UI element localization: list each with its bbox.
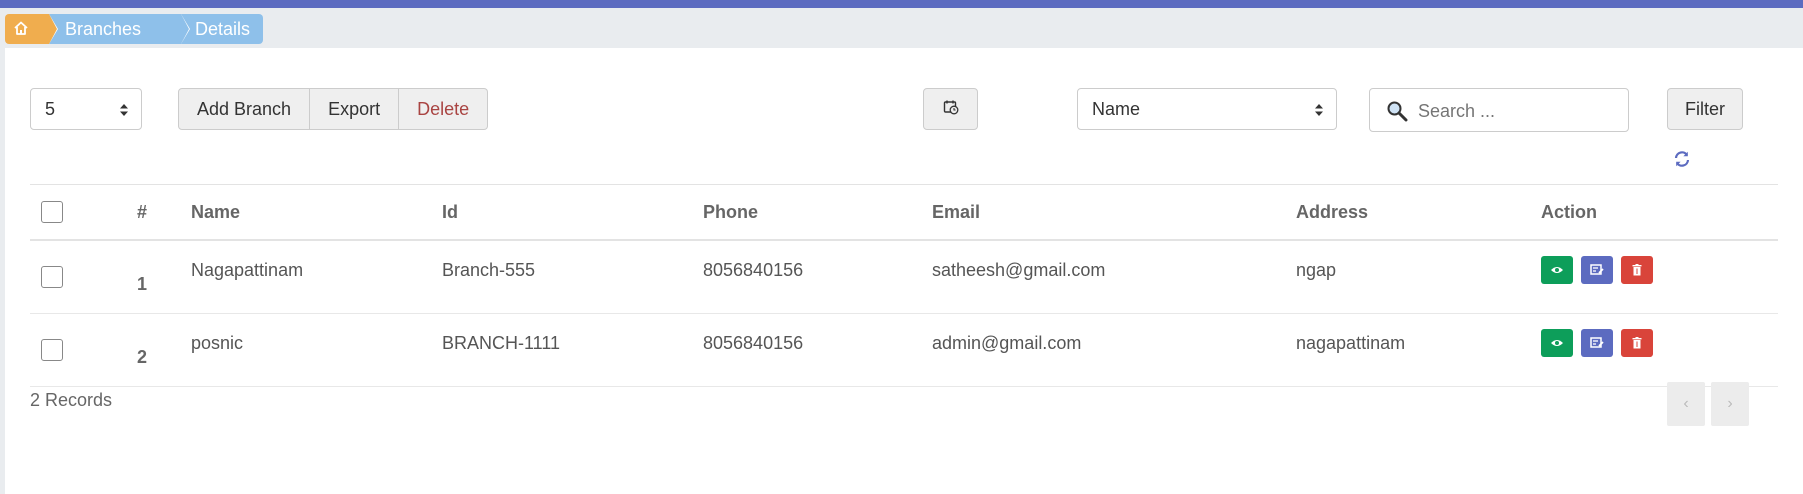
eye-icon: [1551, 340, 1563, 346]
refresh-icon[interactable]: [1673, 150, 1691, 173]
column-header-phone: Phone: [703, 184, 932, 241]
branch-name: Nagapattinam: [191, 240, 442, 314]
table-row: 2 posnic BRANCH-1111 8056840156 admin@gm…: [30, 313, 1778, 387]
export-button[interactable]: Export: [310, 88, 400, 130]
row-checkbox[interactable]: [41, 266, 63, 289]
delete-button[interactable]: Delete: [399, 88, 489, 130]
updown-caret-icon: [1314, 89, 1324, 129]
page-size-select[interactable]: 5: [30, 88, 142, 130]
branch-phone: 8056840156: [703, 240, 932, 314]
branch-phone: 8056840156: [703, 313, 932, 387]
breadcrumb-details-label: Details: [195, 19, 251, 39]
content-panel: 5 Add Branch Export Delete Name Filter #: [5, 48, 1803, 494]
breadcrumb-details: Details: [181, 14, 263, 44]
breadcrumb-branches-label: Branches: [65, 19, 142, 39]
edit-button[interactable]: [1581, 329, 1613, 357]
breadcrumb: Branches Details: [5, 14, 263, 44]
edit-icon: [1590, 264, 1604, 275]
trash-icon: [1632, 264, 1642, 276]
filter-button[interactable]: Filter: [1667, 88, 1743, 130]
view-button[interactable]: [1541, 329, 1573, 357]
branch-email: admin@gmail.com: [932, 313, 1296, 387]
prev-page-button[interactable]: ‹: [1667, 382, 1705, 426]
delete-row-button[interactable]: [1621, 256, 1653, 284]
eye-icon: [1551, 267, 1563, 273]
column-header-address: Address: [1296, 184, 1541, 241]
row-number: 1: [137, 240, 191, 314]
page-size-value: 5: [45, 99, 56, 119]
sort-field-value: Name: [1092, 99, 1141, 119]
view-button[interactable]: [1541, 256, 1573, 284]
branch-email: satheesh@gmail.com: [932, 240, 1296, 314]
action-button-group: Add Branch Export Delete: [178, 88, 489, 130]
updown-caret-icon: [119, 89, 129, 129]
column-header-email: Email: [932, 184, 1296, 241]
table-row: 1 Nagapattinam Branch-555 8056840156 sat…: [30, 240, 1778, 314]
edit-button[interactable]: [1581, 256, 1613, 284]
delete-row-button[interactable]: [1621, 329, 1653, 357]
row-checkbox[interactable]: [41, 339, 63, 362]
breadcrumb-branches[interactable]: Branches: [49, 14, 190, 44]
search-input[interactable]: [1416, 97, 1620, 125]
row-actions: [1541, 329, 1653, 357]
home-icon: [13, 15, 29, 45]
select-all-checkbox[interactable]: [41, 201, 63, 224]
sort-field-select[interactable]: Name: [1077, 88, 1337, 130]
branches-table: # Name Id Phone Email Address Action 1 N…: [30, 184, 1778, 387]
add-branch-button[interactable]: Add Branch: [178, 88, 311, 130]
date-filter-button[interactable]: [923, 88, 978, 130]
trash-icon: [1632, 337, 1642, 349]
edit-icon: [1590, 337, 1604, 348]
branch-id: BRANCH-1111: [442, 313, 703, 387]
row-number: 2: [137, 313, 191, 387]
search-icon: [1386, 100, 1408, 127]
next-page-button[interactable]: ›: [1711, 382, 1749, 426]
column-header-action: Action: [1541, 184, 1778, 241]
calendar-clock-icon: [943, 99, 959, 120]
column-header-id: Id: [442, 184, 703, 241]
table-header-row: # Name Id Phone Email Address Action: [30, 184, 1778, 241]
branch-name: posnic: [191, 313, 442, 387]
pagination: ‹ ›: [1667, 382, 1749, 426]
branch-address: nagapattinam: [1296, 313, 1541, 387]
branch-id: Branch-555: [442, 240, 703, 314]
branch-address: ngap: [1296, 240, 1541, 314]
row-actions: [1541, 256, 1653, 284]
top-accent-bar: [0, 0, 1803, 8]
breadcrumb-home[interactable]: [5, 14, 58, 45]
column-header-number: #: [137, 184, 191, 241]
records-count: 2 Records: [30, 390, 113, 410]
search-box[interactable]: [1369, 88, 1629, 132]
column-header-name: Name: [191, 184, 442, 241]
